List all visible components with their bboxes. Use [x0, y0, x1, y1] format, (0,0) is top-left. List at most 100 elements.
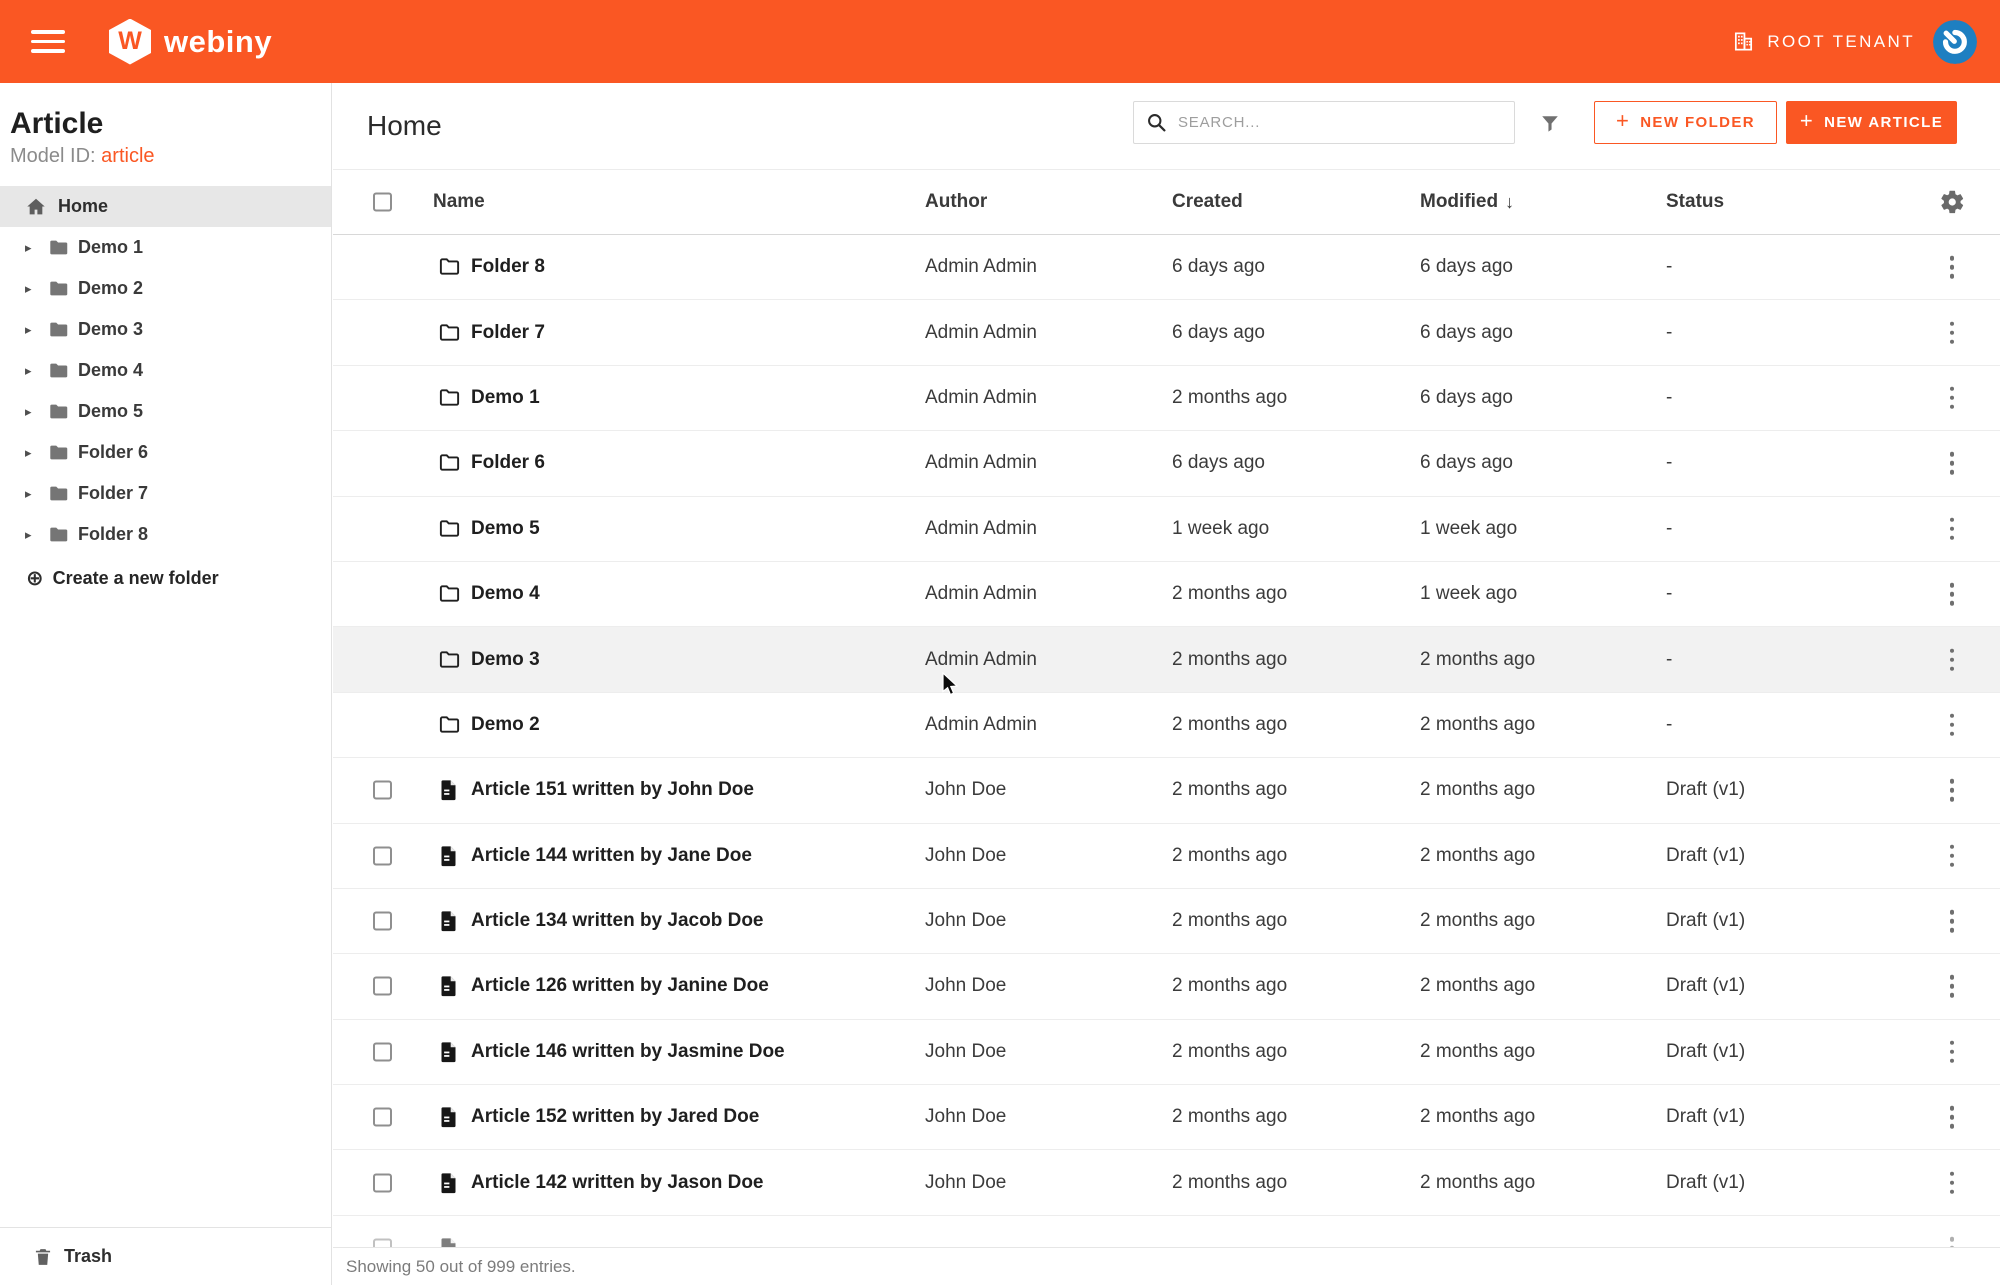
table-row[interactable]: Folder 7 Admin Admin 6 days ago 6 days a…: [333, 300, 2000, 365]
table-row[interactable]: Article 151 written by John Doe John Doe…: [333, 758, 2000, 823]
column-header-status[interactable]: Status: [1666, 191, 1724, 213]
kebab-menu-icon[interactable]: [1945, 1166, 1960, 1199]
chevron-right-icon[interactable]: ▸: [25, 281, 40, 297]
chevron-right-icon[interactable]: ▸: [25, 363, 40, 379]
kebab-menu-icon[interactable]: [1945, 316, 1960, 349]
row-created: 2 months ago: [1172, 583, 1287, 605]
chevron-right-icon[interactable]: ▸: [25, 404, 40, 420]
row-modified: 2 months ago: [1420, 975, 1535, 997]
new-folder-button[interactable]: + NEW FOLDER: [1594, 101, 1777, 144]
sidebar-folder-item[interactable]: ▸ Folder 7: [0, 473, 331, 514]
kebab-menu-icon[interactable]: [1945, 643, 1960, 676]
folder-icon: [438, 452, 461, 475]
kebab-menu-icon[interactable]: [1945, 578, 1960, 611]
row-status: -: [1666, 583, 1672, 605]
row-checkbox[interactable]: [373, 912, 392, 931]
table-row[interactable]: Folder 6 Admin Admin 6 days ago 6 days a…: [333, 431, 2000, 496]
kebab-menu-icon[interactable]: [1945, 513, 1960, 546]
table-row[interactable]: Article 144 written by Jane Doe John Doe…: [333, 824, 2000, 889]
column-header-modified[interactable]: Modified ↓: [1420, 191, 1514, 213]
table-row[interactable]: Demo 4 Admin Admin 2 months ago 1 week a…: [333, 562, 2000, 627]
row-name: Article 152 written by Jared Doe: [471, 1106, 759, 1128]
chevron-right-icon[interactable]: ▸: [25, 322, 40, 338]
table-row[interactable]: Demo 1 Admin Admin 2 months ago 6 days a…: [333, 366, 2000, 431]
sidebar-folder-item[interactable]: ▸ Folder 6: [0, 432, 331, 473]
kebab-menu-icon[interactable]: [1945, 970, 1960, 1003]
row-checkbox[interactable]: [373, 1042, 392, 1061]
row-author: John Doe: [925, 975, 1006, 997]
filter-button[interactable]: [1530, 104, 1570, 144]
table-row[interactable]: Folder 8 Admin Admin 6 days ago 6 days a…: [333, 235, 2000, 300]
kebab-menu-icon[interactable]: [1945, 774, 1960, 807]
table-row[interactable]: Demo 2 Admin Admin 2 months ago 2 months…: [333, 693, 2000, 758]
column-header-created[interactable]: Created: [1172, 191, 1243, 213]
search-input[interactable]: [1178, 114, 1502, 131]
row-checkbox[interactable]: [373, 846, 392, 865]
sidebar-folder-item[interactable]: ▸ Demo 1: [0, 227, 331, 268]
chevron-right-icon[interactable]: ▸: [25, 240, 40, 256]
sidebar-folder-item[interactable]: ▸ Demo 2: [0, 268, 331, 309]
row-checkbox[interactable]: [373, 1173, 392, 1192]
row-created: 2 months ago: [1172, 1041, 1287, 1063]
user-avatar[interactable]: [1933, 20, 1977, 64]
row-checkbox[interactable]: [373, 1108, 392, 1127]
sidebar-folder-label: Folder 8: [78, 524, 148, 545]
kebab-menu-icon[interactable]: [1945, 1036, 1960, 1069]
row-modified: 6 days ago: [1420, 322, 1513, 344]
kebab-menu-icon[interactable]: [1945, 839, 1960, 872]
new-article-label: NEW ARTICLE: [1824, 114, 1943, 131]
file-icon: [438, 910, 459, 933]
table-row[interactable]: Article 142 written by Jason Doe John Do…: [333, 1150, 2000, 1215]
table-row[interactable]: Demo 5 Admin Admin 1 week ago 1 week ago…: [333, 497, 2000, 562]
kebab-menu-icon[interactable]: [1945, 1101, 1960, 1134]
kebab-menu-icon[interactable]: [1945, 251, 1960, 284]
gravatar-power-icon: [1933, 20, 1977, 64]
table-row[interactable]: Article 152 written by Jared Doe John Do…: [333, 1085, 2000, 1150]
row-author: John Doe: [925, 845, 1006, 867]
row-checkbox[interactable]: [373, 977, 392, 996]
row-checkbox[interactable]: [373, 781, 392, 800]
table-settings-button[interactable]: [1933, 189, 1971, 216]
new-article-button[interactable]: + NEW ARTICLE: [1786, 101, 1957, 144]
circle-plus-icon: ⊕: [26, 568, 44, 589]
column-header-author[interactable]: Author: [925, 191, 987, 213]
sidebar-item-home[interactable]: Home: [0, 186, 331, 227]
table-row[interactable]: Article 134 written by Jacob Doe John Do…: [333, 889, 2000, 954]
table-row[interactable]: Article 146 written by Jasmine Doe John …: [333, 1020, 2000, 1085]
trash-icon: [33, 1246, 53, 1268]
chevron-right-icon[interactable]: ▸: [25, 486, 40, 502]
chevron-right-icon[interactable]: ▸: [25, 445, 40, 461]
row-name: Demo 2: [471, 714, 540, 736]
trash-button[interactable]: Trash: [0, 1227, 331, 1285]
row-name: Folder 7: [471, 322, 545, 344]
trash-label: Trash: [64, 1246, 112, 1267]
table-row[interactable]: Article 126 written by Janine Doe John D…: [333, 954, 2000, 1019]
folder-icon: [438, 386, 461, 409]
select-all-checkbox[interactable]: [373, 193, 392, 212]
sidebar-folder-item[interactable]: ▸ Demo 4: [0, 350, 331, 391]
chevron-right-icon[interactable]: ▸: [25, 527, 40, 543]
tenant-selector[interactable]: ROOT TENANT: [1732, 30, 1915, 53]
row-status: Draft (v1): [1666, 975, 1745, 997]
row-name: Article 144 written by Jane Doe: [471, 845, 752, 867]
app-header: W webiny ROOT TENANT: [0, 0, 2000, 83]
kebab-menu-icon[interactable]: [1945, 709, 1960, 742]
row-author: Admin Admin: [925, 322, 1037, 344]
folder-icon: [438, 517, 461, 540]
kebab-menu-icon[interactable]: [1945, 905, 1960, 938]
plus-icon: +: [1616, 108, 1630, 134]
row-name: Demo 5: [471, 518, 540, 540]
menu-icon[interactable]: [31, 30, 65, 53]
create-folder-button[interactable]: ⊕ Create a new folder: [0, 568, 331, 589]
home-icon: [25, 196, 47, 218]
page-title: Home: [367, 110, 442, 142]
sidebar-folder-item[interactable]: ▸ Demo 3: [0, 309, 331, 350]
sidebar-folder-item[interactable]: ▸ Demo 5: [0, 391, 331, 432]
table-row[interactable]: Demo 3 Admin Admin 2 months ago 2 months…: [333, 627, 2000, 692]
sidebar-folder-item[interactable]: ▸ Folder 8: [0, 514, 331, 555]
kebab-menu-icon[interactable]: [1945, 382, 1960, 415]
column-header-name[interactable]: Name: [433, 191, 485, 213]
row-created: 1 week ago: [1172, 518, 1269, 540]
kebab-menu-icon[interactable]: [1945, 447, 1960, 480]
create-folder-label: Create a new folder: [53, 568, 219, 589]
